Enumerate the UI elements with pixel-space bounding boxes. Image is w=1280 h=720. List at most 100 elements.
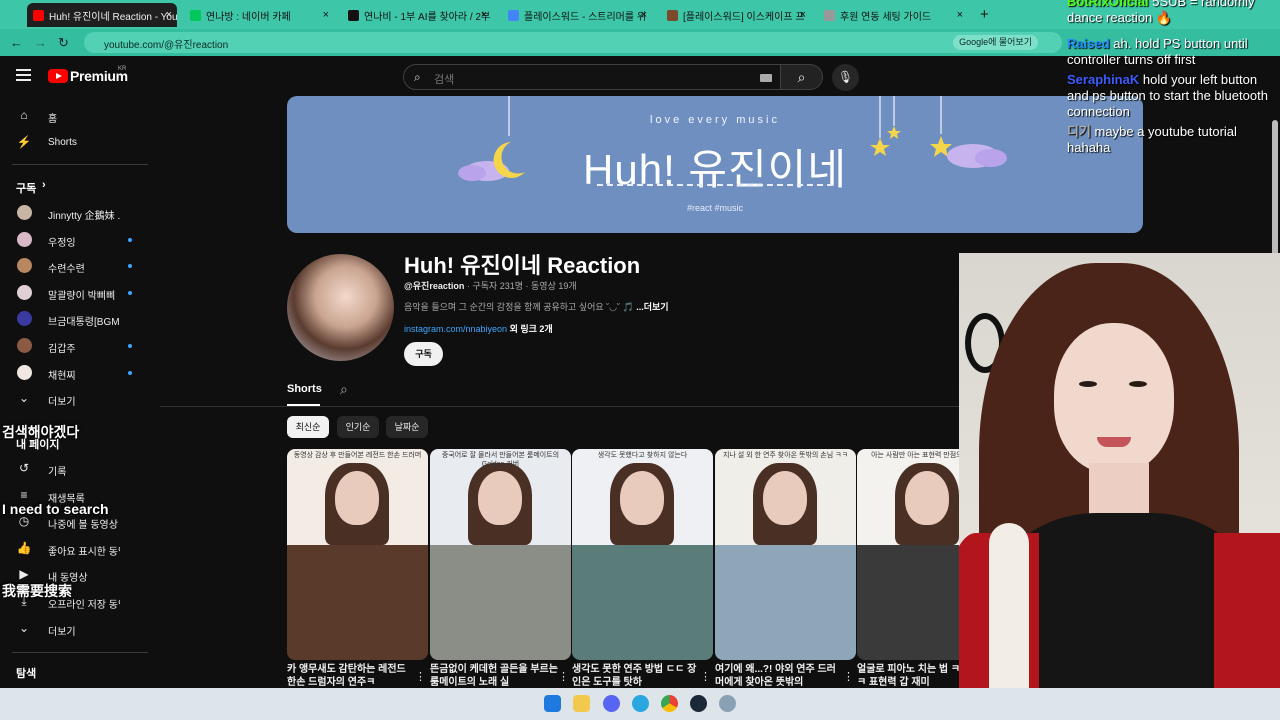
subscriptions-heading[interactable]: 구독 [16, 180, 36, 196]
tab-close-icon[interactable]: × [641, 9, 647, 21]
tab-label: 연나방 : 네이버 카페 [206, 11, 291, 23]
more-links[interactable]: 외 링크 2개 [507, 324, 553, 334]
sidebar-item-my[interactable]: ↺ 기록 [0, 456, 160, 482]
tab-shorts[interactable]: Shorts [287, 383, 322, 395]
sidebar-item-subscription[interactable]: 채현찌 [0, 360, 160, 386]
chat-username[interactable]: BotRixOficial [1067, 0, 1149, 9]
sidebar-item-home[interactable]: ⌂ 홈 [0, 103, 160, 129]
mic-icon[interactable]: 🎙 [832, 64, 859, 91]
sidebar-more-my[interactable]: ⌄ 더보기 [0, 616, 160, 642]
sidebar-icon: ⌄ [18, 621, 30, 635]
tab-favicon-icon [33, 9, 44, 21]
forward-icon[interactable]: → [34, 35, 47, 50]
browser-tab[interactable]: 플레이스워드 - 스트리머를 위 × [502, 3, 652, 27]
webcam-overlay [959, 253, 1280, 720]
short-thumbnail[interactable]: 동영상 감상 후 만들어본 레전드 한손 드러머 [287, 449, 428, 660]
short-thumb-caption: 동영상 감상 후 만들어본 레전드 한손 드러머 [293, 452, 422, 459]
overlay-subtitle-en: I need to search [2, 501, 109, 517]
tab-close-icon[interactable]: × [481, 9, 487, 21]
sidebar-item-subscription[interactable]: 브금대통령[BGM ... [0, 306, 160, 332]
sidebar-more-subs[interactable]: ⌄ 더보기 [0, 386, 160, 412]
banner-tagline: love every music [650, 114, 780, 126]
short-thumbnail[interactable]: 생각도 못했다고 찾하지 않는다 [572, 449, 713, 660]
browser-tab[interactable]: 연나비 - 1부 AI를 찾아라 / 2부 × [342, 3, 492, 27]
subscribe-button[interactable]: 구독 [404, 342, 443, 366]
channel-search-icon[interactable]: ⌕ [340, 381, 348, 398]
more-options-icon[interactable]: ⋮ [415, 670, 426, 683]
steam-icon[interactable] [690, 695, 707, 712]
channel-description: 음악을 들으며 그 순간의 감정을 함께 공유하고 싶어요 ˘◡˘ 🎵 [404, 302, 634, 312]
ask-google-chip[interactable]: Google에 물어보기 [953, 35, 1038, 50]
chevron-right-icon[interactable]: › [42, 179, 46, 191]
sidebar-item-subscription[interactable]: 김갑주 [0, 333, 160, 359]
edge-icon[interactable] [632, 695, 649, 712]
tab-close-icon[interactable]: × [323, 9, 329, 21]
chat-username[interactable]: Raised [1067, 36, 1110, 51]
browser-tab[interactable]: Huh! 유진이네 Reaction - You × [27, 3, 177, 27]
more-options-icon[interactable]: ⋮ [843, 670, 854, 683]
windows-start-icon[interactable] [544, 695, 561, 712]
more-options-icon[interactable]: ⋮ [558, 670, 569, 683]
channel-avatar[interactable] [287, 254, 394, 361]
sidebar-item-label: 브금대통령[BGM ... [48, 317, 120, 329]
back-icon[interactable]: ← [10, 35, 23, 50]
sidebar-item-subscription[interactable]: 수련수련 [0, 253, 160, 279]
short-title[interactable]: 뜬금없이 케데헌 골든을 부르는 룸메이트의 노래 실 [430, 663, 558, 688]
tab-favicon-icon [824, 9, 835, 21]
browser-tab[interactable]: [플레이스워드] 이스케이프 프 × [661, 3, 811, 27]
banner-divider [597, 184, 833, 186]
tab-favicon-icon [508, 9, 519, 21]
screen: Huh! 유진이네 Reaction - You × 연나방 : 네이버 카페 × 연나… [0, 0, 1280, 720]
sidebar-item-shorts[interactable]: ⚡ Shorts [0, 130, 160, 156]
webcam-mouth [1097, 437, 1131, 447]
chrome-icon[interactable] [661, 695, 678, 712]
url-field[interactable]: youtube.com/@유진reaction Google에 물어보기 [84, 32, 1062, 53]
sidebar-item-label: 말괄량이 박삐삐 [48, 290, 116, 302]
discord-icon[interactable] [603, 695, 620, 712]
tab-close-icon[interactable]: × [800, 9, 806, 21]
short-title[interactable]: 카 앵무새도 감탄하는 레전드 한손 드럼자의 연주ㅋ [287, 663, 415, 688]
sort-chip[interactable]: 날짜순 [386, 416, 428, 438]
sidebar-item-subscription[interactable]: 말괄량이 박삐삐 [0, 280, 160, 306]
short-title[interactable]: 생각도 못한 연주 방법 ㄷㄷ 장인은 도구를 탓하 [572, 663, 700, 688]
chat-username[interactable]: 디기 [1067, 124, 1091, 139]
chat-username[interactable]: SeraphinaK [1067, 72, 1139, 87]
channel-banner: love every music Huh! 유진이네 #react #music [287, 96, 1143, 233]
search-input[interactable]: 검색 [434, 71, 454, 87]
sort-chip[interactable]: 인기순 [337, 416, 379, 438]
browser-tab[interactable]: 후원 연동 세팅 가이드 × [818, 3, 968, 27]
sort-chip[interactable]: 최신순 [287, 416, 329, 438]
short-thumb-top: 지나 설 외 한 연주 찾아온 뜻밖의 손님 ㅋㅋ [715, 449, 856, 545]
tab-close-icon[interactable]: × [957, 9, 963, 21]
scrollbar[interactable] [1272, 120, 1278, 256]
more-link[interactable]: ...더보기 [636, 302, 668, 312]
settings-icon[interactable] [719, 695, 736, 712]
new-tab-icon[interactable]: + [980, 6, 989, 23]
browser-tab[interactable]: 연나방 : 네이버 카페 × [184, 3, 334, 27]
sidebar-item-subscription[interactable]: 우정잉 [0, 227, 160, 253]
tab-label: Huh! 유진이네 Reaction - You [49, 11, 177, 23]
file-explorer-icon[interactable] [573, 695, 590, 712]
more-options-icon[interactable]: ⋮ [700, 670, 711, 683]
reload-icon[interactable]: ↻ [58, 35, 69, 51]
short-thumb-face [620, 471, 664, 525]
short-thumb-face [335, 471, 379, 525]
keyboard-icon[interactable] [760, 74, 772, 82]
channel-description-row[interactable]: 음악을 들으며 그 순간의 감정을 함께 공유하고 싶어요 ˘◡˘ 🎵 ...더… [404, 300, 669, 313]
sidebar-item-my[interactable]: 👍 좋아요 표시한 동영상 [0, 536, 160, 562]
short-thumb-face [478, 471, 522, 525]
sidebar-icon: ⚡ [16, 135, 32, 149]
instagram-link[interactable]: instagram.com/nnabiyeon [404, 324, 507, 334]
channel-links-row: instagram.com/nnabiyeon 외 링크 2개 [404, 322, 553, 335]
search-box[interactable]: ⌕ 검색 [403, 64, 781, 90]
search-button[interactable]: ⌕ [781, 64, 823, 90]
tab-close-icon[interactable]: × [166, 9, 172, 21]
short-thumb-caption: 중국어로 잘 몰라서 만들어본 룸메이트의 Golden 커버 [441, 452, 560, 468]
youtube-logo-icon[interactable] [48, 69, 68, 83]
short-thumbnail[interactable]: 지나 설 외 한 연주 찾아온 뜻밖의 손님 ㅋㅋ [715, 449, 856, 660]
short-title[interactable]: 여기에 왜...?! 야외 연주 드러머에게 찾아온 뜻밖의 [715, 663, 843, 688]
menu-icon[interactable] [16, 69, 31, 81]
overlay-subtitle-ko: 검색해야겠다 [2, 424, 80, 440]
sidebar-item-subscription[interactable]: Jinnytty 企鵝妹 ... [0, 200, 160, 226]
short-thumbnail[interactable]: 중국어로 잘 몰라서 만들어본 룸메이트의 Golden 커버 [430, 449, 571, 660]
